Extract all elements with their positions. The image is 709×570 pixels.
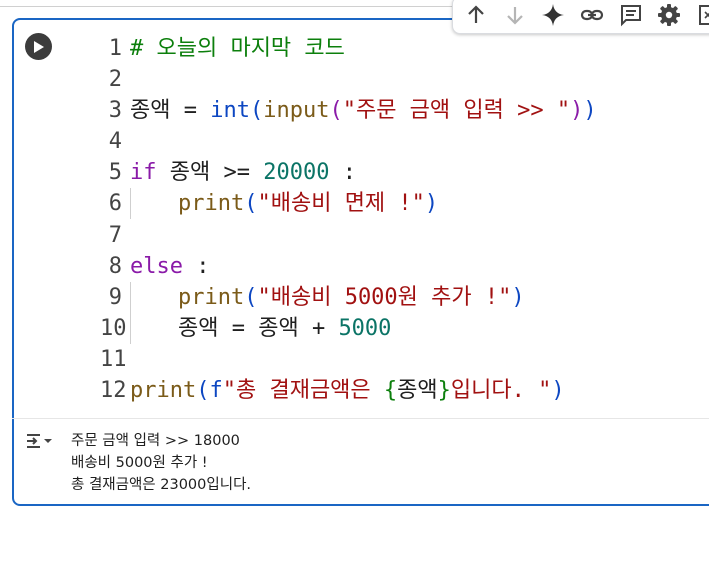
code-token: if [130, 160, 157, 186]
settings-icon [658, 4, 681, 26]
code-token: 종액 = 종액 + [178, 315, 339, 341]
code-text: print(f"총 결재금액은 {종액}입니다. ") [130, 375, 565, 406]
output-line: 주문 금액 입력 >> 18000 [71, 433, 240, 449]
cell-output: 주문 금액 입력 >> 18000 배송비 5000원 추가 ! 총 결재금액은 2… [71, 430, 251, 496]
line-number: 1 [108, 36, 122, 61]
open-in-tab-icon [698, 5, 709, 25]
code-token: print [130, 378, 197, 404]
line-number: 8 [108, 253, 122, 279]
line-number: 9 [108, 284, 122, 310]
line-number: 7 [108, 222, 122, 248]
play-icon [33, 40, 44, 53]
settings-button[interactable] [656, 1, 683, 29]
code-token: 종액 = [130, 98, 211, 124]
code-token: ( [329, 98, 343, 124]
output-actions-icon[interactable] [26, 430, 54, 452]
open-in-tab-button[interactable] [694, 1, 709, 29]
code-token: 종액 [397, 378, 438, 404]
code-token: { [383, 378, 398, 404]
code-token: : [182, 253, 210, 279]
output-line: 배송비 5000원 추가 ! [71, 455, 208, 471]
code-text: if 종액 >= 20000 : [130, 157, 356, 188]
code-text: print("배송비 면제 !") [130, 188, 439, 220]
code-text: else : [130, 251, 209, 282]
code-token: ) [583, 98, 597, 124]
line-number: 3 [108, 98, 122, 124]
line-number: 10 [100, 315, 127, 341]
code-token: ) [551, 378, 565, 404]
code-token: 20000 [263, 160, 330, 186]
move-up-button[interactable] [463, 1, 490, 29]
link-icon [580, 9, 604, 21]
line-number: 5 [108, 160, 122, 186]
code-token: f [209, 378, 223, 404]
code-line[interactable]: 1 # 오늘의 마지막 코드 [100, 33, 597, 64]
code-line[interactable]: 12 print(f"총 결재금액은 {종액}입니다. ") [100, 375, 597, 406]
code-editor[interactable]: 1 # 오늘의 마지막 코드 2 3 종액 = int(input("주문 금액 입력 … [100, 33, 597, 406]
code-line[interactable]: 9 print("배송비 5000원 추가 !") [100, 281, 597, 313]
code-line[interactable]: 10 종액 = 종액 + 5000 [100, 312, 597, 344]
code-line[interactable]: 3 종액 = int(input("주문 금액 입력 >> ")) [100, 95, 597, 126]
indent-guide [130, 281, 178, 313]
move-up-icon [468, 5, 485, 23]
cell-toolbar [452, 0, 709, 34]
code-line[interactable]: 11 [100, 344, 597, 375]
code-token: print [178, 191, 245, 217]
code-token: 입니다. " [450, 378, 552, 404]
code-text: 종액 = int(input("주문 금액 입력 >> ")) [130, 95, 597, 126]
code-token: 종액 >= [156, 160, 264, 186]
code-text: print("배송비 5000원 추가 !") [130, 281, 525, 313]
code-token: "주문 금액 입력 >> " [342, 98, 571, 124]
code-token: ) [424, 191, 439, 217]
code-text: # 오늘의 마지막 코드 [130, 33, 345, 64]
code-token: "총 결재금액은 [222, 378, 384, 404]
indent-guide [130, 188, 178, 220]
code-token: # 오늘의 마지막 코드 [130, 36, 345, 61]
line-number: 12 [100, 378, 127, 404]
comment-icon [620, 5, 641, 27]
code-token: ( [249, 98, 264, 124]
code-token: ( [244, 191, 258, 217]
code-line[interactable]: 7 [100, 220, 597, 251]
code-line[interactable]: 2 [100, 64, 597, 95]
line-number: 11 [100, 346, 127, 372]
code-token: : [329, 160, 356, 186]
previous-cell-edge [0, 0, 460, 7]
line-number: 6 [108, 191, 122, 217]
gemini-button[interactable] [540, 1, 567, 29]
code-token: 5000 [338, 315, 392, 341]
code-token: ( [196, 378, 210, 404]
code-token: "배송비 5000원 추가 !" [257, 284, 512, 310]
gemini-sparkle-icon [542, 4, 565, 26]
output-divider [12, 418, 709, 419]
code-token: } [437, 378, 451, 404]
code-line[interactable]: 5 if 종액 >= 20000 : [100, 157, 597, 188]
code-token: ) [511, 284, 525, 310]
code-token: int [210, 98, 250, 124]
code-token: "배송비 면제 !" [257, 191, 425, 217]
code-line[interactable]: 8 else : [100, 251, 597, 282]
line-number: 4 [108, 129, 122, 155]
code-token: ) [570, 98, 584, 124]
code-text: 종액 = 종액 + 5000 [130, 312, 392, 344]
code-token: input [263, 98, 330, 124]
link-button[interactable] [579, 1, 606, 29]
code-token: ( [244, 284, 258, 310]
move-down-button[interactable] [502, 1, 529, 29]
indent-guide [130, 312, 178, 344]
comment-button[interactable] [617, 1, 644, 29]
output-line: 총 결재금액은 23000입니다. [71, 477, 252, 493]
code-line[interactable]: 4 [100, 126, 597, 157]
code-token: print [178, 284, 245, 310]
run-cell-button[interactable] [25, 33, 52, 60]
code-token: else [130, 253, 183, 279]
code-line[interactable]: 6 print("배송비 면제 !") [100, 188, 597, 220]
line-number: 2 [108, 67, 122, 93]
move-down-icon [507, 7, 523, 25]
